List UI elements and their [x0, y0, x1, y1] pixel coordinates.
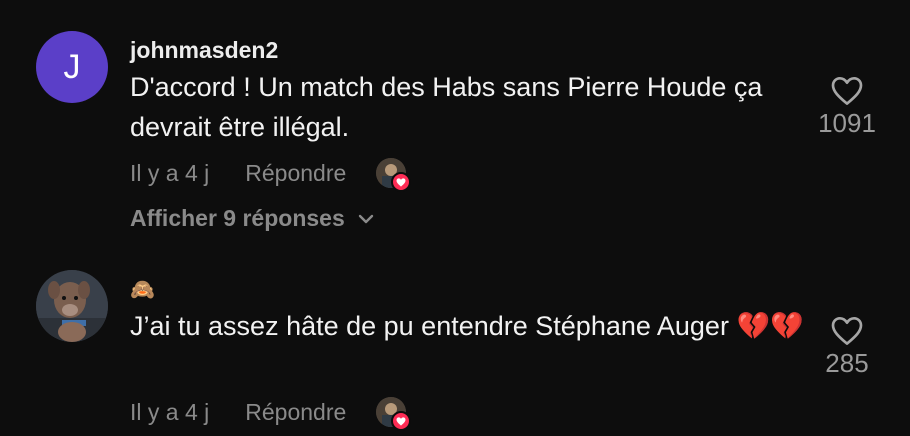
view-replies-button[interactable]: Afficher 9 réponses — [130, 205, 375, 232]
comment-timestamp: Il y a 4 j — [130, 159, 210, 186]
chevron-down-icon — [358, 214, 373, 223]
like-count: 285 — [825, 348, 869, 378]
like-count: 1091 — [818, 108, 876, 138]
creator-liked-badge — [376, 158, 412, 192]
like-button[interactable]: 1091 — [802, 76, 892, 139]
user-avatar[interactable] — [36, 270, 108, 342]
dog-photo — [36, 270, 108, 342]
reply-button[interactable]: Répondre — [245, 160, 346, 187]
comment-item: 🙈 J’ai tu assez hâte de pu entendre Stép… — [0, 250, 910, 436]
view-replies-label: Afficher 9 réponses — [130, 205, 345, 231]
avatar-initial: J — [63, 47, 81, 86]
comment-timestamp: Il y a 4 j — [130, 398, 210, 425]
comment-username[interactable]: 🙈 — [130, 277, 155, 302]
comment-meta: Il y a 4 j Répondre — [130, 158, 412, 192]
creator-liked-heart-icon — [391, 411, 412, 431]
creator-liked-badge — [376, 397, 412, 431]
comment-username[interactable]: johnmasden2 — [130, 37, 278, 64]
creator-liked-heart-icon — [391, 172, 412, 192]
heart-outline-icon — [831, 77, 863, 105]
comment-meta: Il y a 4 j Répondre — [130, 397, 412, 431]
user-avatar[interactable]: J — [36, 31, 108, 103]
like-button[interactable]: 285 — [802, 316, 892, 379]
comment-text: D'accord ! Un match des Habs sans Pierre… — [130, 72, 763, 142]
comment-text: J’ai tu assez hâte de pu entendre Stépha… — [130, 311, 804, 341]
heart-outline-icon — [831, 317, 863, 345]
comment-item: J johnmasden2 D'accord ! Un match des Ha… — [0, 0, 910, 250]
reply-button[interactable]: Répondre — [245, 399, 346, 426]
